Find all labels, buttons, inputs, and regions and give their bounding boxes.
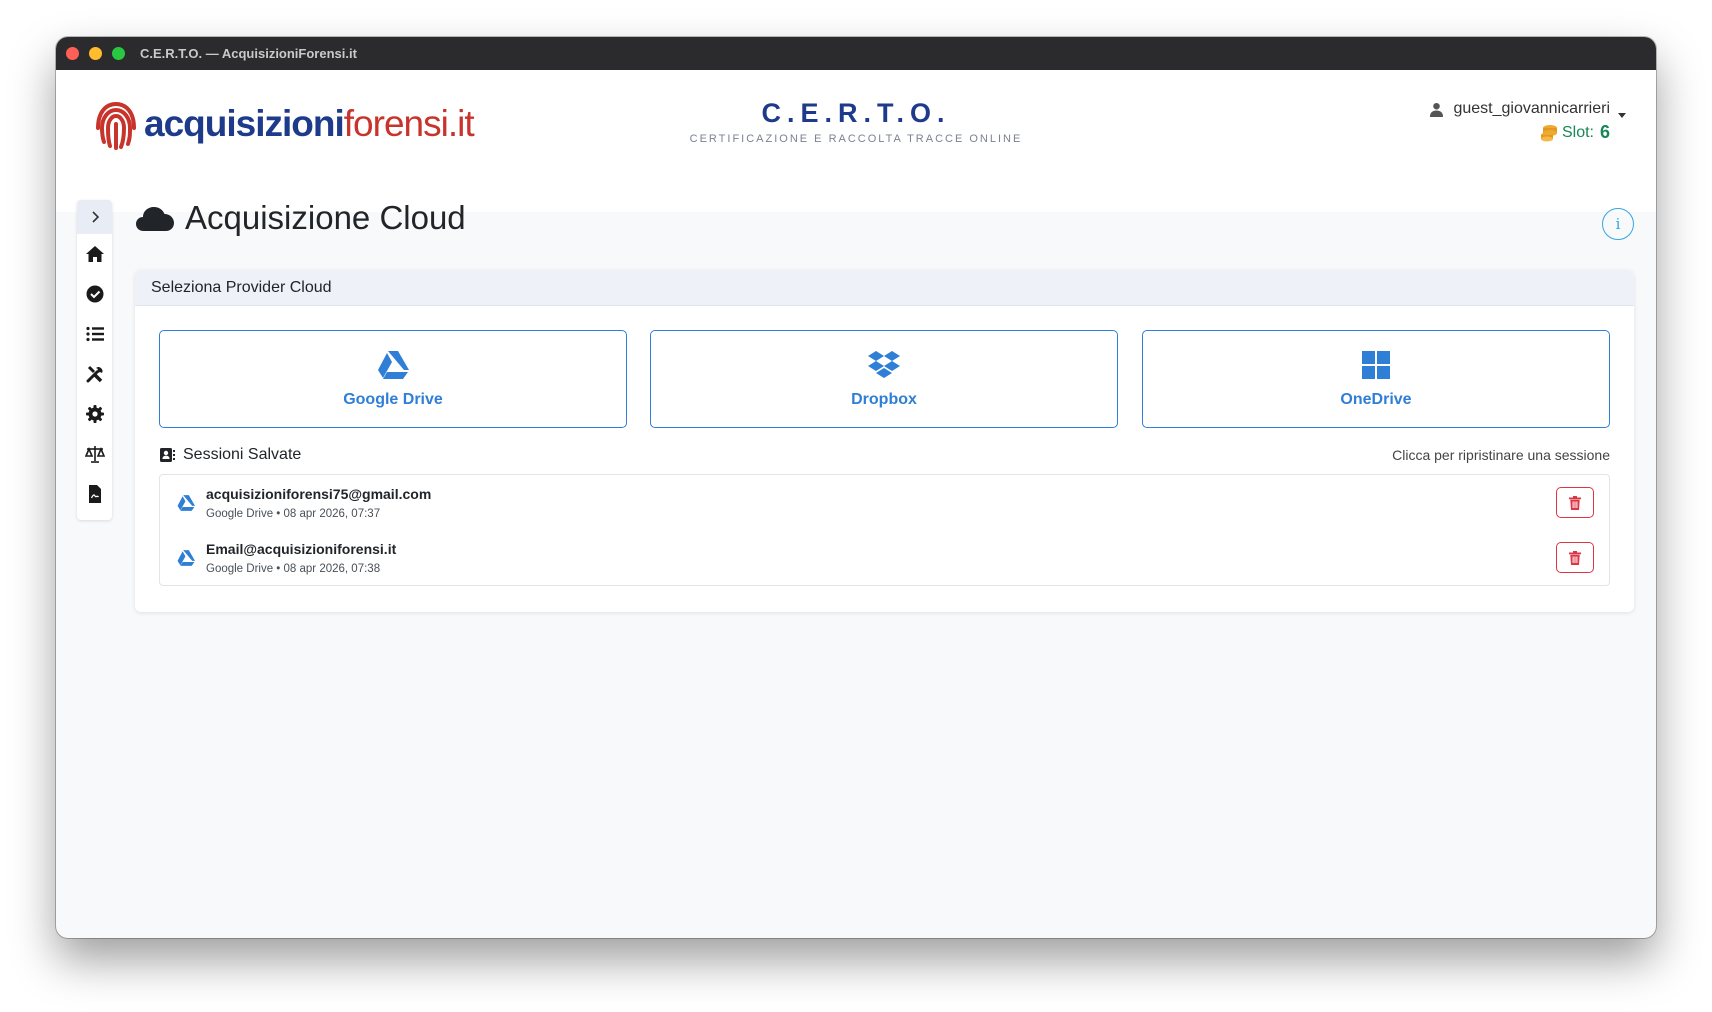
- page-title: Acquisizione Cloud: [135, 199, 466, 237]
- session-meta: Google Drive • 08 apr 2026, 07:37: [206, 507, 381, 520]
- delete-session-button[interactable]: [1556, 487, 1594, 518]
- session-email: acquisizioniforensi75@gmail.com: [206, 485, 432, 502]
- window-title: C.E.R.T.O. — AcquisizioniForensi.it: [140, 46, 357, 61]
- minimize-window-button[interactable]: [89, 47, 102, 60]
- gear-icon: [85, 405, 104, 423]
- onedrive-button[interactable]: OneDrive: [1142, 330, 1610, 428]
- brand-subtitle: CERTIFICAZIONE E RACCOLTA TRACCE ONLINE: [689, 133, 1023, 145]
- cloud-icon: [136, 207, 174, 231]
- user-menu[interactable]: guest_giovannicarrieri Slot: 6: [1429, 100, 1626, 143]
- scale-icon: [84, 446, 105, 463]
- dropbox-icon: [868, 351, 900, 378]
- page-title-text: Acquisizione Cloud: [185, 199, 466, 236]
- user-icon: [1430, 102, 1444, 117]
- tools-icon: [86, 365, 102, 383]
- app-window: C.E.R.T.O. — AcquisizioniForensi.it acqu…: [56, 37, 1656, 938]
- app-header: acquisizioniforensi.it C.E.R.T.O. CERTIF…: [56, 70, 1656, 212]
- info-button[interactable]: i: [1602, 208, 1634, 240]
- google-drive-icon: [378, 351, 409, 379]
- sidebar: [77, 200, 112, 520]
- provider-list: Google Drive Dropbox OneDrive: [159, 330, 1610, 428]
- sidebar-item-settings[interactable]: [77, 394, 112, 434]
- saved-sessions-title: Sessioni Salvate: [159, 446, 301, 464]
- session-text: Email@acquisizioniforensi.it Google Driv…: [206, 541, 396, 575]
- sidebar-item-tools[interactable]: [77, 354, 112, 394]
- title-bar: C.E.R.T.O. — AcquisizioniForensi.it: [56, 37, 1656, 70]
- slot-label: Slot:: [1561, 123, 1594, 141]
- session-meta: Google Drive • 08 apr 2026, 07:38: [206, 562, 381, 575]
- file-signature-icon: [88, 485, 101, 503]
- list-icon: [85, 326, 104, 342]
- address-book-icon: [160, 448, 175, 462]
- provider-card: Seleziona Provider Cloud Google Drive Dr…: [135, 270, 1634, 612]
- session-text: acquisizioniforensi75@gmail.com Google D…: [206, 486, 431, 520]
- sidebar-item-legal[interactable]: [77, 434, 112, 474]
- card-header: Seleziona Provider Cloud: [135, 270, 1634, 306]
- slot-value: 6: [1599, 122, 1610, 142]
- check-circle-icon: [86, 285, 103, 303]
- dropbox-label: Dropbox: [851, 391, 917, 408]
- google-drive-label: Google Drive: [343, 391, 443, 408]
- coins-icon: [1540, 124, 1557, 141]
- google-drive-icon: [177, 549, 195, 566]
- session-list: acquisizioniforensi75@gmail.com Google D…: [159, 474, 1610, 586]
- google-drive-icon: [177, 494, 195, 511]
- delete-session-button[interactable]: [1556, 542, 1594, 573]
- saved-sessions-header: Sessioni Salvate Clicca per ripristinare…: [159, 446, 1610, 464]
- dropbox-button[interactable]: Dropbox: [650, 330, 1118, 428]
- session-email: Email@acquisizioniforensi.it: [206, 540, 397, 557]
- home-icon: [85, 246, 104, 262]
- chevron-down-icon[interactable]: [1618, 112, 1626, 118]
- trash-icon: [1569, 495, 1581, 510]
- maximize-window-button[interactable]: [112, 47, 125, 60]
- sidebar-item-home[interactable]: [77, 234, 112, 274]
- brand-title: C.E.R.T.O.: [761, 98, 951, 128]
- sidebar-toggle-button[interactable]: [77, 200, 112, 234]
- sidebar-item-documents[interactable]: [77, 474, 112, 514]
- google-drive-button[interactable]: Google Drive: [159, 330, 627, 428]
- chevron-right-icon: [91, 211, 99, 223]
- list-item[interactable]: acquisizioniforensi75@gmail.com Google D…: [160, 475, 1609, 530]
- onedrive-icon: [1362, 351, 1390, 379]
- brand: C.E.R.T.O. CERTIFICAZIONE E RACCOLTA TRA…: [56, 98, 1656, 145]
- close-window-button[interactable]: [66, 47, 79, 60]
- sidebar-item-list[interactable]: [77, 314, 112, 354]
- trash-icon: [1569, 550, 1581, 565]
- saved-sessions-label: Sessioni Salvate: [183, 446, 302, 463]
- onedrive-label: OneDrive: [1340, 391, 1412, 408]
- saved-sessions-hint: Clicca per ripristinare una sessione: [1392, 447, 1610, 463]
- list-item[interactable]: Email@acquisizioniforensi.it Google Driv…: [160, 530, 1609, 585]
- slot-counter: Slot: 6: [1429, 122, 1610, 143]
- sidebar-item-verify[interactable]: [77, 274, 112, 314]
- user-row[interactable]: guest_giovannicarrieri: [1429, 100, 1626, 118]
- username: guest_giovannicarrieri: [1453, 100, 1610, 117]
